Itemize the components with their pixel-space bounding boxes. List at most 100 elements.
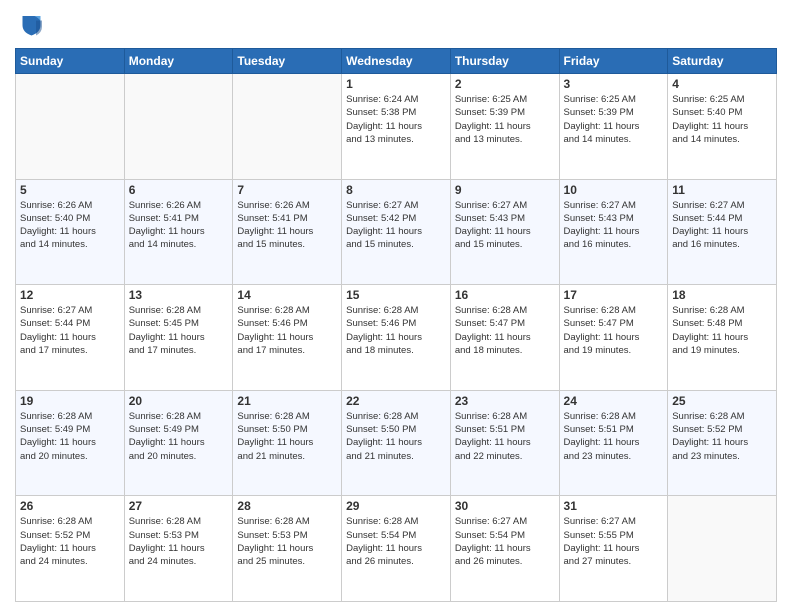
day-number: 4 <box>672 77 772 91</box>
calendar-cell: 4 Sunrise: 6:25 AM Sunset: 5:40 PM Daylig… <box>668 74 777 180</box>
calendar-cell: 12 Sunrise: 6:27 AM Sunset: 5:44 PM Dayli… <box>16 285 125 391</box>
calendar-cell: 29 Sunrise: 6:28 AM Sunset: 5:54 PM Dayli… <box>342 496 451 602</box>
day-number: 25 <box>672 394 772 408</box>
day-number: 19 <box>20 394 120 408</box>
calendar-cell: 8 Sunrise: 6:27 AM Sunset: 5:42 PM Daylig… <box>342 179 451 285</box>
day-number: 10 <box>564 183 664 197</box>
logo-icon <box>15 10 45 40</box>
day-info: Sunrise: 6:28 AM Sunset: 5:52 PM Dayligh… <box>20 515 120 568</box>
day-number: 17 <box>564 288 664 302</box>
day-number: 22 <box>346 394 446 408</box>
calendar-cell: 1 Sunrise: 6:24 AM Sunset: 5:38 PM Daylig… <box>342 74 451 180</box>
page: SundayMondayTuesdayWednesdayThursdayFrid… <box>0 0 792 612</box>
day-info: Sunrise: 6:28 AM Sunset: 5:47 PM Dayligh… <box>455 304 555 357</box>
day-info: Sunrise: 6:28 AM Sunset: 5:53 PM Dayligh… <box>129 515 229 568</box>
calendar-table: SundayMondayTuesdayWednesdayThursdayFrid… <box>15 48 777 602</box>
day-number: 15 <box>346 288 446 302</box>
day-info: Sunrise: 6:27 AM Sunset: 5:44 PM Dayligh… <box>20 304 120 357</box>
week-row-5: 26 Sunrise: 6:28 AM Sunset: 5:52 PM Dayli… <box>16 496 777 602</box>
day-info: Sunrise: 6:28 AM Sunset: 5:53 PM Dayligh… <box>237 515 337 568</box>
day-info: Sunrise: 6:25 AM Sunset: 5:40 PM Dayligh… <box>672 93 772 146</box>
day-number: 18 <box>672 288 772 302</box>
col-header-saturday: Saturday <box>668 49 777 74</box>
day-info: Sunrise: 6:28 AM Sunset: 5:49 PM Dayligh… <box>20 410 120 463</box>
day-info: Sunrise: 6:27 AM Sunset: 5:43 PM Dayligh… <box>455 199 555 252</box>
calendar-cell: 22 Sunrise: 6:28 AM Sunset: 5:50 PM Dayli… <box>342 390 451 496</box>
day-number: 21 <box>237 394 337 408</box>
calendar-cell: 16 Sunrise: 6:28 AM Sunset: 5:47 PM Dayli… <box>450 285 559 391</box>
day-number: 5 <box>20 183 120 197</box>
week-row-2: 5 Sunrise: 6:26 AM Sunset: 5:40 PM Daylig… <box>16 179 777 285</box>
day-info: Sunrise: 6:27 AM Sunset: 5:42 PM Dayligh… <box>346 199 446 252</box>
calendar-cell: 30Sunrise: 6:27 AM Sunset: 5:54 PM Dayli… <box>450 496 559 602</box>
day-number: 27 <box>129 499 229 513</box>
day-number: 13 <box>129 288 229 302</box>
day-number: 9 <box>455 183 555 197</box>
calendar-cell: 21 Sunrise: 6:28 AM Sunset: 5:50 PM Dayli… <box>233 390 342 496</box>
day-info: Sunrise: 6:27 AM Sunset: 5:55 PM Dayligh… <box>564 515 664 568</box>
calendar-cell: 11Sunrise: 6:27 AM Sunset: 5:44 PM Dayli… <box>668 179 777 285</box>
day-number: 20 <box>129 394 229 408</box>
week-row-1: 1 Sunrise: 6:24 AM Sunset: 5:38 PM Daylig… <box>16 74 777 180</box>
day-number: 7 <box>237 183 337 197</box>
day-info: Sunrise: 6:24 AM Sunset: 5:38 PM Dayligh… <box>346 93 446 146</box>
day-number: 24 <box>564 394 664 408</box>
header <box>15 10 777 40</box>
day-number: 12 <box>20 288 120 302</box>
calendar-cell: 13 Sunrise: 6:28 AM Sunset: 5:45 PM Dayli… <box>124 285 233 391</box>
day-info: Sunrise: 6:28 AM Sunset: 5:54 PM Dayligh… <box>346 515 446 568</box>
calendar-cell: 26 Sunrise: 6:28 AM Sunset: 5:52 PM Dayli… <box>16 496 125 602</box>
day-number: 26 <box>20 499 120 513</box>
day-info: Sunrise: 6:27 AM Sunset: 5:43 PM Dayligh… <box>564 199 664 252</box>
day-number: 14 <box>237 288 337 302</box>
day-number: 1 <box>346 77 446 91</box>
day-info: Sunrise: 6:26 AM Sunset: 5:41 PM Dayligh… <box>129 199 229 252</box>
day-number: 30 <box>455 499 555 513</box>
calendar-cell <box>668 496 777 602</box>
calendar-cell: 5 Sunrise: 6:26 AM Sunset: 5:40 PM Daylig… <box>16 179 125 285</box>
header-row: SundayMondayTuesdayWednesdayThursdayFrid… <box>16 49 777 74</box>
col-header-wednesday: Wednesday <box>342 49 451 74</box>
day-number: 8 <box>346 183 446 197</box>
calendar-cell: 19 Sunrise: 6:28 AM Sunset: 5:49 PM Dayli… <box>16 390 125 496</box>
day-info: Sunrise: 6:28 AM Sunset: 5:48 PM Dayligh… <box>672 304 772 357</box>
day-number: 28 <box>237 499 337 513</box>
day-info: Sunrise: 6:28 AM Sunset: 5:50 PM Dayligh… <box>346 410 446 463</box>
day-number: 3 <box>564 77 664 91</box>
day-info: Sunrise: 6:26 AM Sunset: 5:41 PM Dayligh… <box>237 199 337 252</box>
calendar-cell: 18 Sunrise: 6:28 AM Sunset: 5:48 PM Dayli… <box>668 285 777 391</box>
day-info: Sunrise: 6:28 AM Sunset: 5:47 PM Dayligh… <box>564 304 664 357</box>
day-number: 2 <box>455 77 555 91</box>
day-number: 16 <box>455 288 555 302</box>
col-header-thursday: Thursday <box>450 49 559 74</box>
calendar-cell: 23 Sunrise: 6:28 AM Sunset: 5:51 PM Dayli… <box>450 390 559 496</box>
calendar-cell: 2 Sunrise: 6:25 AM Sunset: 5:39 PM Daylig… <box>450 74 559 180</box>
day-info: Sunrise: 6:28 AM Sunset: 5:52 PM Dayligh… <box>672 410 772 463</box>
day-info: Sunrise: 6:28 AM Sunset: 5:51 PM Dayligh… <box>564 410 664 463</box>
day-info: Sunrise: 6:26 AM Sunset: 5:40 PM Dayligh… <box>20 199 120 252</box>
day-number: 29 <box>346 499 446 513</box>
day-info: Sunrise: 6:27 AM Sunset: 5:44 PM Dayligh… <box>672 199 772 252</box>
calendar-cell: 28 Sunrise: 6:28 AM Sunset: 5:53 PM Dayli… <box>233 496 342 602</box>
logo <box>15 10 49 40</box>
calendar-cell: 27 Sunrise: 6:28 AM Sunset: 5:53 PM Dayli… <box>124 496 233 602</box>
col-header-sunday: Sunday <box>16 49 125 74</box>
day-info: Sunrise: 6:25 AM Sunset: 5:39 PM Dayligh… <box>455 93 555 146</box>
day-number: 23 <box>455 394 555 408</box>
day-info: Sunrise: 6:28 AM Sunset: 5:45 PM Dayligh… <box>129 304 229 357</box>
calendar-cell <box>124 74 233 180</box>
col-header-friday: Friday <box>559 49 668 74</box>
calendar-cell: 24 Sunrise: 6:28 AM Sunset: 5:51 PM Dayli… <box>559 390 668 496</box>
calendar-cell: 20Sunrise: 6:28 AM Sunset: 5:49 PM Dayli… <box>124 390 233 496</box>
calendar-cell <box>16 74 125 180</box>
calendar-cell: 6 Sunrise: 6:26 AM Sunset: 5:41 PM Daylig… <box>124 179 233 285</box>
calendar-cell: 15Sunrise: 6:28 AM Sunset: 5:46 PM Dayli… <box>342 285 451 391</box>
day-info: Sunrise: 6:28 AM Sunset: 5:46 PM Dayligh… <box>237 304 337 357</box>
col-header-tuesday: Tuesday <box>233 49 342 74</box>
calendar-cell: 9 Sunrise: 6:27 AM Sunset: 5:43 PM Daylig… <box>450 179 559 285</box>
day-info: Sunrise: 6:28 AM Sunset: 5:50 PM Dayligh… <box>237 410 337 463</box>
day-info: Sunrise: 6:28 AM Sunset: 5:51 PM Dayligh… <box>455 410 555 463</box>
calendar-cell: 25 Sunrise: 6:28 AM Sunset: 5:52 PM Dayli… <box>668 390 777 496</box>
day-number: 6 <box>129 183 229 197</box>
calendar-cell: 10 Sunrise: 6:27 AM Sunset: 5:43 PM Dayli… <box>559 179 668 285</box>
